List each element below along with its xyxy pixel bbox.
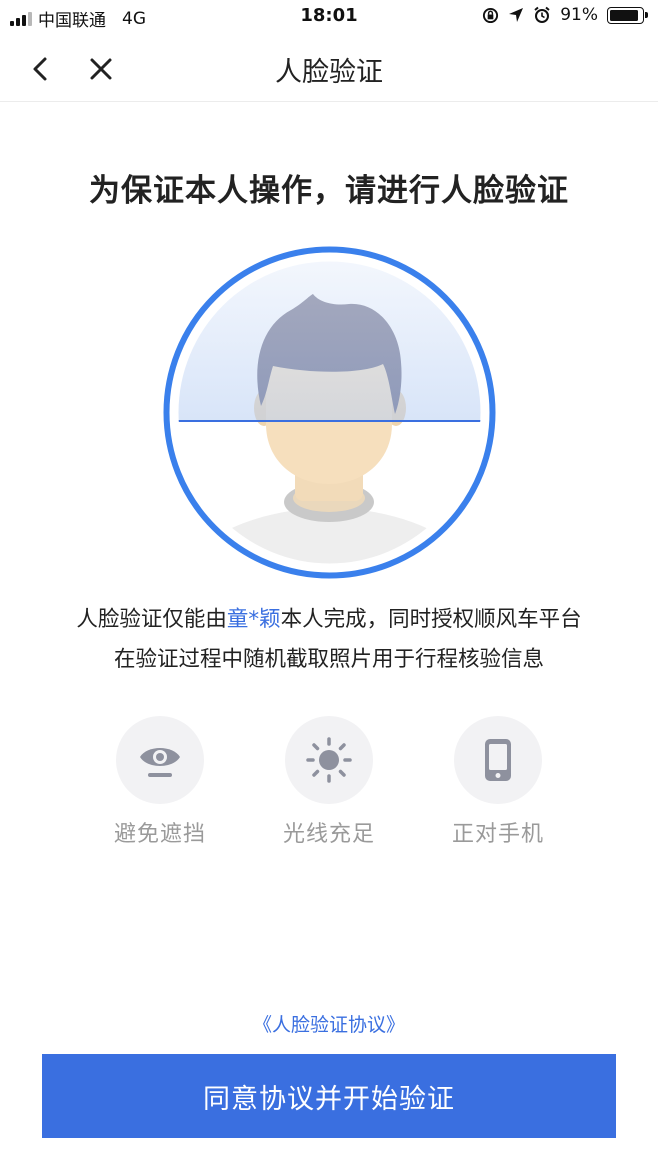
tip-avoid-cover: 避免遮挡: [85, 716, 235, 848]
sun-icon: [306, 737, 352, 783]
tip-label: 正对手机: [451, 822, 544, 847]
notice-line-1: 人脸验证仅能由童*颖本人完成，同时授权顺风车平台: [76, 607, 582, 632]
user-name: 童*颖: [226, 607, 281, 632]
battery-icon: [607, 6, 648, 24]
verification-notice: 人脸验证仅能由童*颖本人完成，同时授权顺风车平台 在验证过程中随机截取照片用于行…: [0, 600, 658, 680]
rotation-lock-icon: [483, 7, 499, 23]
tip-enough-light: 光线充足: [254, 716, 404, 848]
location-arrow-icon: [509, 8, 524, 22]
status-bar: 中国联通 4G 18:01 91%: [0, 0, 658, 36]
headline: 为保证本人操作，请进行人脸验证: [89, 173, 569, 209]
phone-icon: [485, 739, 511, 781]
tips-row: 避免遮挡 光线充足 正对手机: [0, 716, 658, 856]
agreement-link[interactable]: 《人脸验证协议》: [0, 1010, 658, 1037]
eye-icon: [140, 748, 180, 777]
page-title: 人脸验证: [275, 57, 383, 88]
alarm-icon: [534, 6, 550, 23]
tip-face-phone: 正对手机: [423, 716, 573, 848]
notice-line-2: 在验证过程中随机截取照片用于行程核验信息: [113, 647, 544, 672]
battery-percent: 91%: [560, 5, 598, 25]
tip-label: 光线充足: [282, 822, 375, 847]
agree-and-start-button[interactable]: 同意协议并开始验证: [42, 1054, 616, 1138]
nav-bar: 人脸验证: [0, 36, 658, 102]
tip-label: 避免遮挡: [113, 822, 206, 847]
face-scan-illustration: [163, 246, 496, 579]
